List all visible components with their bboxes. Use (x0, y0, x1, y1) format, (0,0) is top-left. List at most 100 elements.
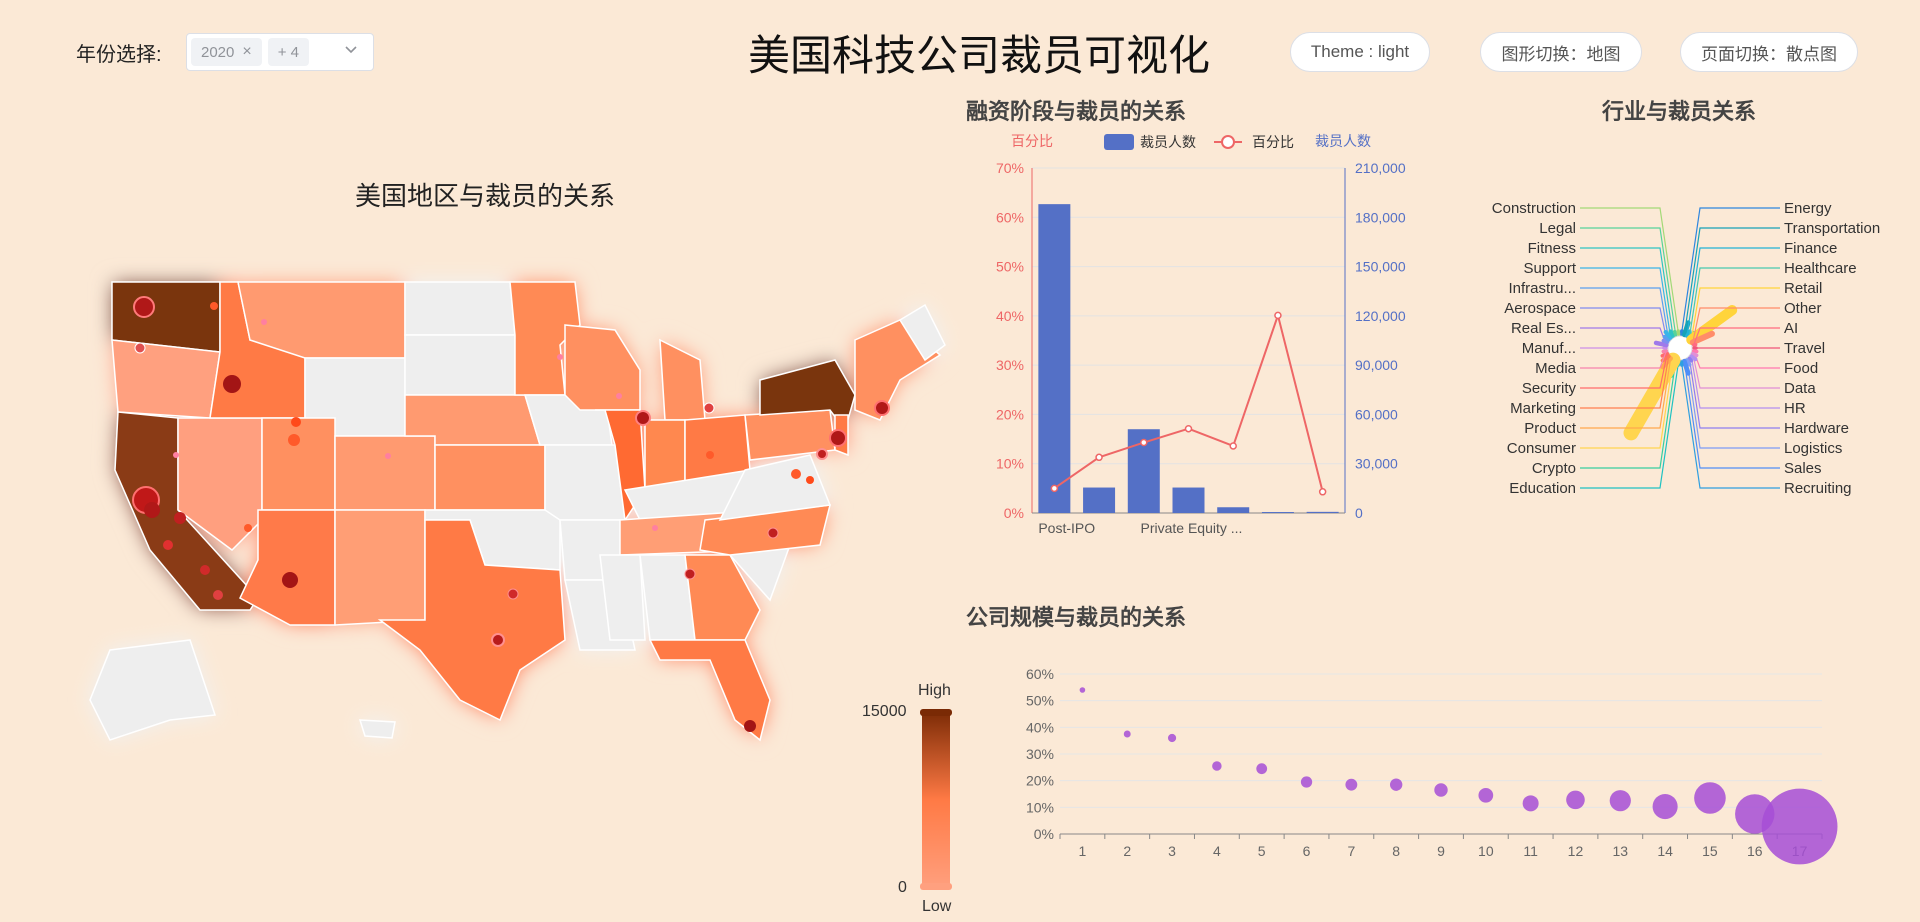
x-tick-label: 12 (1568, 843, 1584, 859)
chart-switch-button[interactable]: 图形切换：地图 (1480, 32, 1642, 72)
scatter-bubble (1694, 782, 1726, 814)
left-tick-label: 40% (996, 308, 1024, 324)
left-tick-label: 20% (996, 406, 1024, 422)
right-tick-label: 210,000 (1355, 160, 1406, 176)
x-tick-label: 2 (1123, 843, 1131, 859)
scatter-bubble (1566, 790, 1585, 810)
x-tick-label: 5 (1258, 843, 1266, 859)
bar (1172, 487, 1205, 513)
industry-label: Energy (1784, 200, 1832, 217)
x-tick-label: 4 (1213, 843, 1221, 859)
x-tick-label: 13 (1613, 843, 1629, 859)
industry-label: Transportation (1784, 220, 1880, 237)
right-tick-label: 120,000 (1355, 308, 1406, 324)
left-tick-label: 0% (1004, 505, 1024, 521)
label-line (1693, 350, 1780, 369)
state-wisconsin (564, 324, 641, 411)
y-tick-label: 30% (1026, 746, 1054, 762)
industry-label: Construction (1492, 200, 1576, 217)
industry-label: Legal (1539, 220, 1576, 237)
industry-label: Hardware (1784, 420, 1849, 437)
state-oregon (111, 339, 221, 419)
industry-label: Retail (1784, 280, 1822, 297)
industry-label: HR (1784, 400, 1806, 417)
x-tick-label: 3 (1168, 843, 1176, 859)
left-tick-label: 10% (996, 456, 1024, 472)
industry-label: Sales (1784, 460, 1822, 477)
label-line (1688, 358, 1780, 429)
right-tick-label: 90,000 (1355, 357, 1398, 373)
y-tick-label: 20% (1026, 773, 1054, 789)
right-tick-label: 60,000 (1355, 406, 1398, 422)
state-south-dakota (404, 334, 516, 396)
industry-chart: Energy Transportation Finance Healthcare Ret… (1492, 200, 1880, 497)
bar (1217, 507, 1250, 513)
industry-label: Infrastru... (1508, 280, 1576, 297)
industry-label: Consumer (1507, 440, 1576, 457)
x-tick-label: 7 (1347, 843, 1355, 859)
label-line (1580, 327, 1667, 346)
scatter-bubble (1256, 763, 1268, 775)
industry-label: Aerospace (1504, 300, 1576, 317)
industry-label: Healthcare (1784, 260, 1857, 277)
industry-label: Real Es... (1511, 320, 1576, 337)
x-tick-label: 6 (1303, 843, 1311, 859)
map-legend (920, 709, 952, 890)
industry-label: Travel (1784, 340, 1825, 357)
line-point (1274, 311, 1282, 320)
y-tick-label: 40% (1026, 719, 1054, 735)
theme-button[interactable]: Theme : light (1290, 32, 1430, 72)
industry-label: Food (1784, 360, 1818, 377)
label-line (1690, 356, 1780, 409)
scale-chart-title: 公司规模与裁员的关系 (966, 605, 1187, 630)
label-line (1683, 361, 1780, 469)
scatter-bubble (1123, 730, 1131, 738)
scatter-bubble (1609, 790, 1631, 812)
x-tick-label: 16 (1747, 843, 1763, 859)
industry-label: Crypto (1532, 460, 1576, 477)
legend-bar-label: 裁员人数 (1140, 134, 1196, 150)
right-tick-label: 30,000 (1355, 456, 1398, 472)
state-kansas (434, 444, 546, 511)
label-line (1692, 353, 1780, 389)
line-point (1095, 453, 1103, 462)
label-line (1580, 287, 1670, 340)
scatter-bubble (1389, 778, 1403, 791)
left-tick-label: 30% (996, 357, 1024, 373)
state-indiana (644, 419, 686, 491)
scatter-bubble (1434, 783, 1448, 797)
y-tick-label: 10% (1026, 799, 1054, 815)
right-tick-label: 0 (1355, 505, 1363, 521)
y-tick-label: 50% (1026, 693, 1054, 709)
left-axis-name: 百分比 (1011, 133, 1053, 149)
left-tick-label: 60% (996, 209, 1024, 225)
scatter-bubble (1300, 776, 1313, 788)
legend-high-label: High (918, 682, 951, 699)
bar (1261, 512, 1294, 514)
page-switch-button[interactable]: 页面切换：散点图 (1680, 32, 1858, 72)
industry-label: Other (1784, 300, 1822, 317)
state-north-dakota (404, 281, 516, 336)
industry-label: Recruiting (1784, 480, 1852, 497)
state-utah (261, 417, 336, 511)
left-tick-label: 50% (996, 259, 1024, 275)
scatter-bubble (1652, 793, 1678, 820)
x-tick-label: 9 (1437, 843, 1445, 859)
industry-label: Fitness (1528, 240, 1576, 257)
label-line (1580, 227, 1677, 335)
y-tick-label: 0% (1034, 826, 1054, 842)
funding-chart: 百分比 裁员人数 裁员人数 百分比 0% 10% 20% 30% 40% 50% 60% 70% 0 30… (996, 133, 1406, 536)
legend-line-marker (1221, 135, 1235, 149)
industry-label: Data (1784, 380, 1816, 397)
x-tick-label: Post-IPO (1038, 520, 1095, 536)
right-tick-label: 150,000 (1355, 259, 1406, 275)
scatter-bubble (1079, 687, 1086, 693)
scale-chart: 0%10%20%30%40%50%60%1 2 3 4 5 6 7 8 9 10 11 12 13 14 1… (1026, 666, 1838, 865)
x-tick-label: 1 (1079, 843, 1087, 859)
industry-label: AI (1784, 320, 1798, 337)
radial-bar (1653, 340, 1669, 348)
industry-label: Marketing (1510, 400, 1576, 417)
x-tick-label: 14 (1657, 843, 1673, 859)
scatter-bubble (1212, 761, 1222, 771)
industry-label: Security (1522, 380, 1577, 397)
